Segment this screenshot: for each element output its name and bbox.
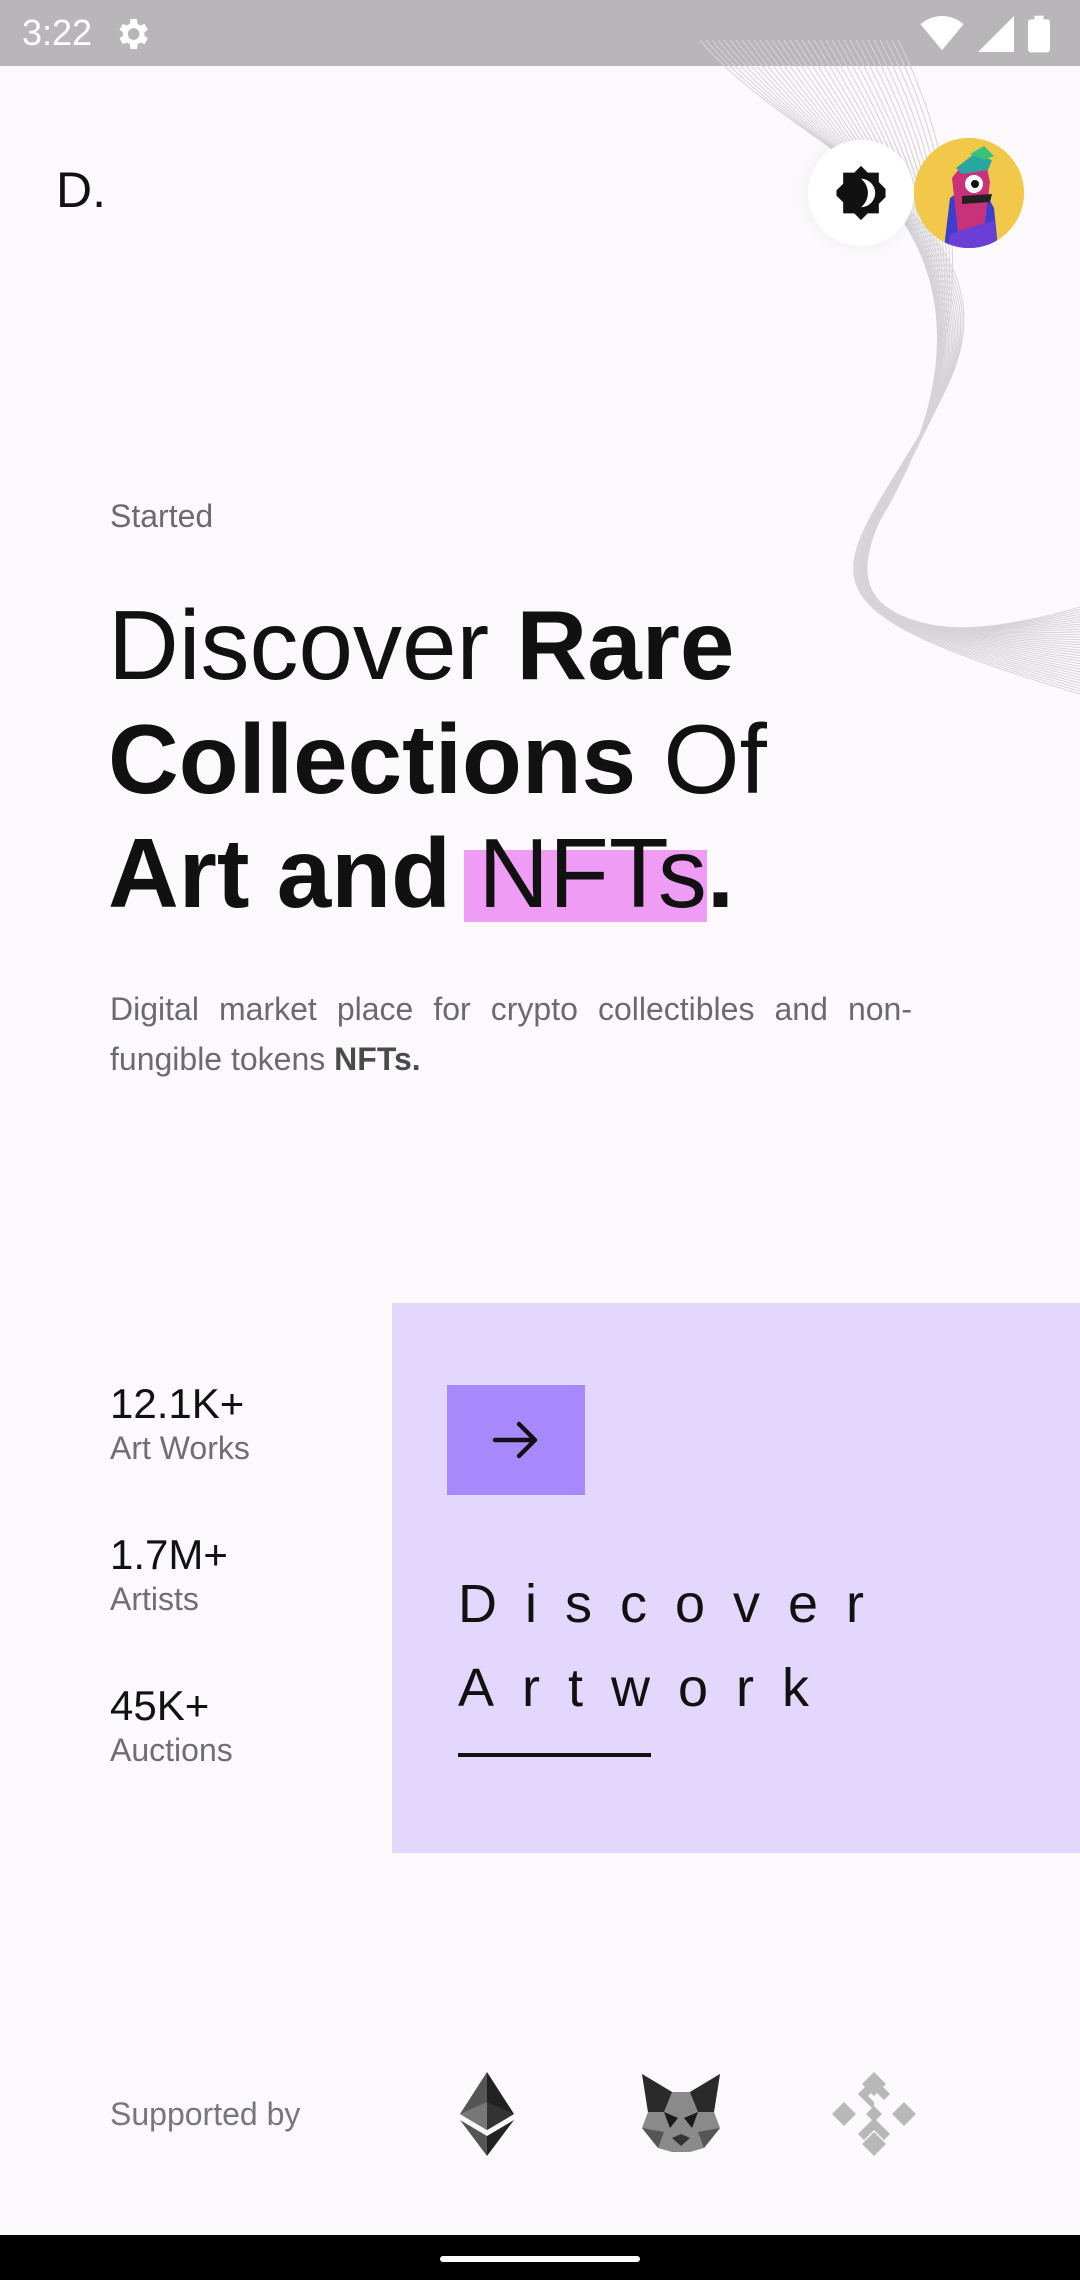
- wave-line: [863, 40, 1080, 629]
- discover-artwork-title[interactable]: Discover Artwork: [458, 1562, 892, 1730]
- discover-underline: [458, 1753, 651, 1757]
- ethereum-icon: [460, 2072, 514, 2156]
- binance-icon: [832, 2072, 916, 2156]
- stat-value: 1.7M+: [110, 1531, 228, 1578]
- hero-description: Digital market place for crypto collecti…: [110, 991, 912, 1077]
- wave-line: [863, 40, 1080, 629]
- hero-eyebrow: Started: [110, 498, 214, 534]
- status-time: 3:22: [22, 12, 93, 53]
- wave-line: [849, 40, 1080, 631]
- stat-auctions: 45K+ Auctions: [110, 1682, 233, 1770]
- stat-label: Artists: [110, 1581, 199, 1617]
- hero-headline: Discover Rare Collections Of Art and NFT…: [108, 588, 968, 930]
- stat-label: Auctions: [110, 1732, 233, 1768]
- wave-line: [862, 40, 1080, 629]
- wave-line: [783, 40, 1080, 656]
- wave-line: [735, 40, 1080, 678]
- home-gesture-handle[interactable]: [440, 2256, 640, 2262]
- stat-artists: 1.7M+ Artists: [110, 1531, 228, 1619]
- wave-line: [771, 40, 1080, 662]
- wave-line: [861, 40, 1080, 630]
- stat-label: Art Works: [110, 1430, 250, 1466]
- wave-line: [753, 40, 1080, 670]
- arrow-right-icon: [492, 1421, 538, 1459]
- headline-word: Of: [636, 704, 767, 814]
- stat-value: 12.1K+: [110, 1380, 245, 1427]
- discover-arrow-button[interactable]: [447, 1385, 585, 1495]
- theme-toggle-button[interactable]: [808, 140, 914, 246]
- wave-line: [864, 40, 1080, 629]
- headline-word: Rare: [516, 590, 735, 700]
- app-logo[interactable]: D.: [56, 160, 106, 220]
- supported-by-label: Supported by: [110, 2096, 301, 2132]
- avatar-illustration: [914, 138, 1024, 248]
- brightness-contrast-icon: [836, 165, 886, 221]
- headline-word: Collections: [108, 704, 637, 814]
- stat-value: 45K+: [110, 1682, 210, 1729]
- headline-word: Discover: [108, 590, 517, 700]
- metamask-fox-icon: [642, 2074, 720, 2152]
- wave-line: [789, 40, 1080, 654]
- stat-artworks: 12.1K+ Art Works: [110, 1380, 250, 1468]
- settings-gear-icon: [119, 19, 148, 49]
- wave-line: [855, 40, 1080, 630]
- highlighted-word: NFTs: [464, 816, 707, 930]
- wave-line: [747, 40, 1080, 673]
- headline-word: .: [706, 818, 735, 928]
- headline-word: Art and: [108, 818, 479, 928]
- wave-line: [864, 40, 1080, 629]
- user-avatar[interactable]: [914, 138, 1024, 248]
- description-bold: NFTs.: [334, 1041, 421, 1077]
